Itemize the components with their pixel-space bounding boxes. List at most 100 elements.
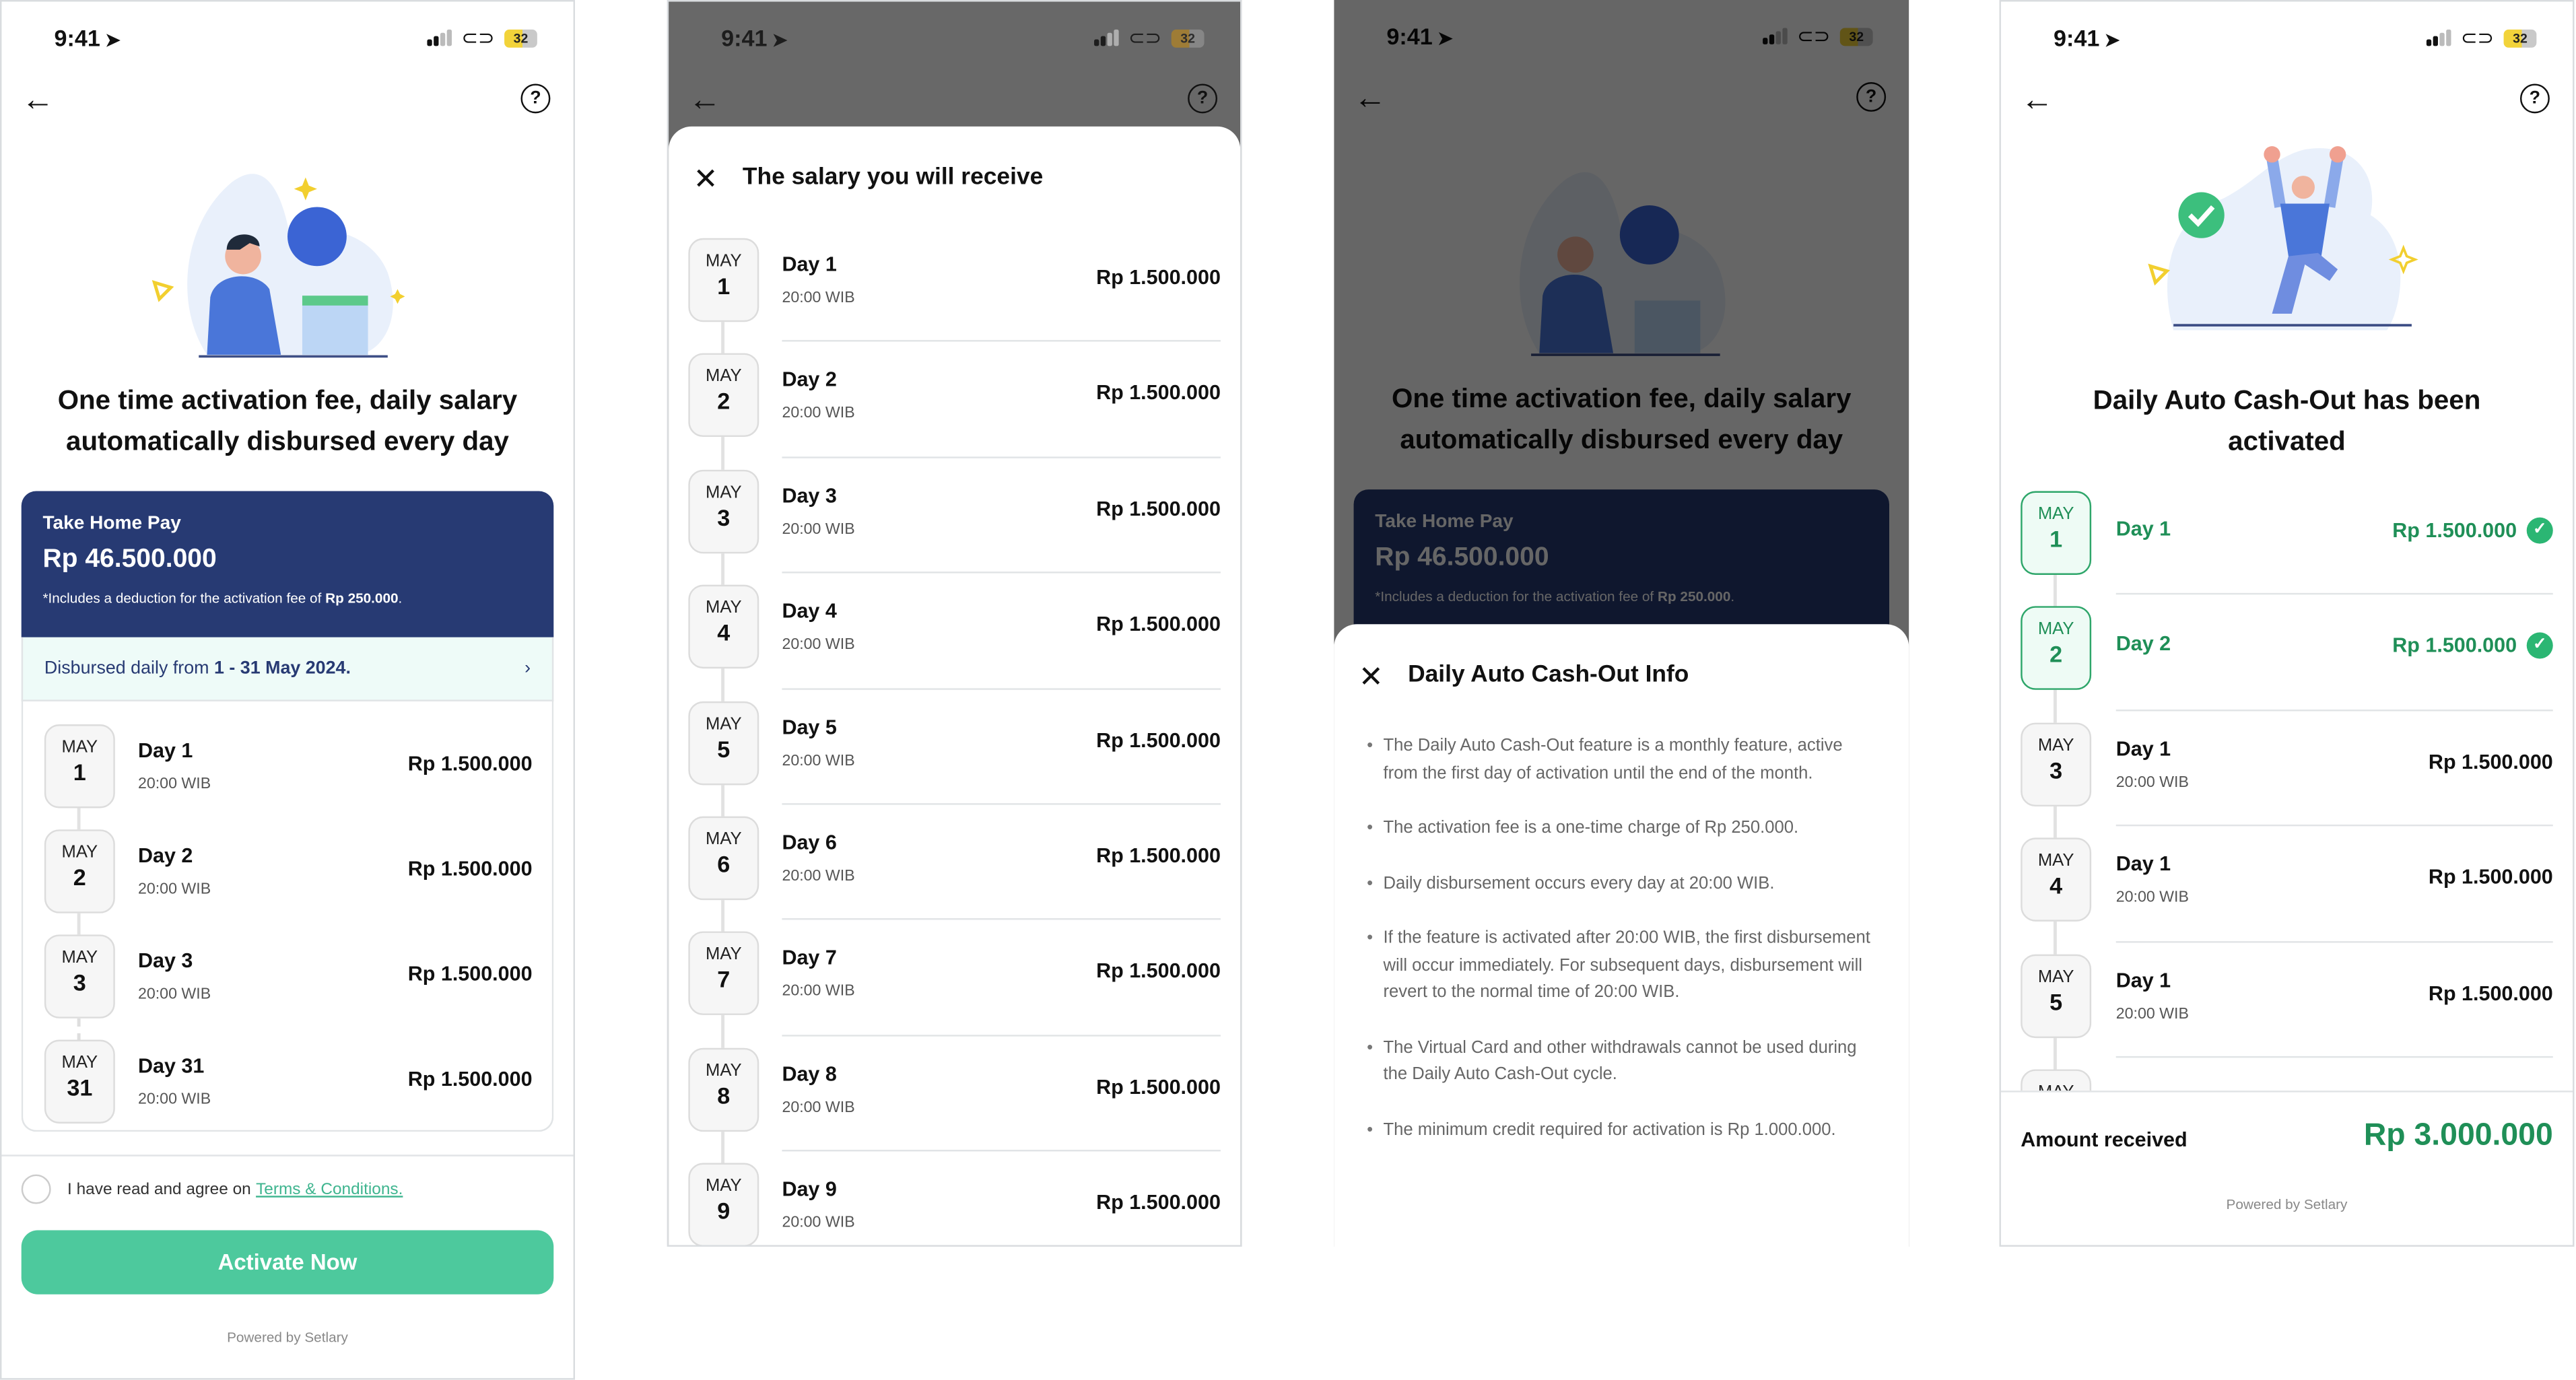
day-title: Day 3 <box>137 949 193 973</box>
sheet-title: The salary you will receive <box>742 164 1044 191</box>
day-amount: Rp 1.500.000 <box>2428 981 2553 1005</box>
date-day: 8 <box>717 1082 731 1109</box>
disbursement-time: 20:00 WIB <box>2115 1004 2189 1023</box>
page-headline: One time activation fee, daily salary au… <box>57 386 518 457</box>
chevron-right-icon: › <box>524 658 531 679</box>
date-badge: MAY 2 <box>2021 607 2092 691</box>
row-divider <box>782 572 1221 574</box>
back-arrow-icon[interactable]: ← <box>22 83 55 116</box>
date-month: MAY <box>2037 967 2074 987</box>
day-title: Day 9 <box>782 1177 837 1202</box>
agree-checkbox[interactable] <box>21 1174 51 1204</box>
terms-link[interactable]: Terms & Conditions. <box>256 1180 403 1198</box>
day-amount: Rp 1.500.000 <box>1096 1075 1221 1099</box>
back-arrow-icon[interactable]: ← <box>2021 83 2054 116</box>
disbursement-time: 20:00 WIB <box>782 520 855 539</box>
date-month: MAY <box>61 842 98 862</box>
take-home-amount: Rp 46.500.000 <box>42 545 217 574</box>
list-item: MAY 2 Day 2 20:00 WIB Rp 1.500.000 <box>23 829 552 934</box>
day-title: Day 1 <box>2115 968 2171 992</box>
salary-bottom-sheet: ✕ The salary you will receive MAY 1 Day 12… <box>669 126 1241 1245</box>
list-item: MAY 5 Day 5 20:00 WIB Rp 1.500.000 <box>669 700 1240 817</box>
day-title: Day 5 <box>782 715 837 739</box>
powered-by: Powered by Setlary <box>227 1328 348 1346</box>
disbursed-range-row[interactable]: Disbursed daily from 1 - 31 May 2024. › <box>21 637 554 701</box>
date-badge: MAY 3 <box>44 934 115 1019</box>
disbursement-time: 20:00 WIB <box>137 880 211 899</box>
day-amount: Rp 1.500.000 <box>407 752 533 775</box>
date-day: 1 <box>717 273 731 300</box>
list-item: MAY 3 Day 3 20:00 WIB Rp 1.500.000 <box>23 934 552 1039</box>
day-title: Day 2 <box>2115 633 2171 656</box>
close-icon[interactable]: ✕ <box>693 164 718 194</box>
list-item: MAY 1 Day 1 20:00 WIB Rp 1.500.000 <box>669 238 1240 354</box>
date-month: MAY <box>61 737 98 757</box>
back-arrow-icon[interactable]: ← <box>688 83 721 116</box>
take-home-pay-card: Take Home Pay Rp 46.500.000 *Includes a … <box>21 491 554 637</box>
disbursement-time: 20:00 WIB <box>137 986 211 1004</box>
date-day: 2 <box>2049 641 2063 668</box>
date-month: MAY <box>705 482 742 503</box>
info-bullet: The minimum credit required for activati… <box>1367 1116 1876 1143</box>
date-badge: MAY 9 <box>688 1163 759 1245</box>
disbursement-time: 20:00 WIB <box>782 289 855 308</box>
day-amount: Rp 1.500.000 <box>1096 613 1221 636</box>
date-day: 7 <box>717 966 731 993</box>
day-amount: Rp 1.500.000 <box>407 962 533 986</box>
day-amount: Rp 1.500.000 <box>2428 750 2553 773</box>
day-amount: Rp 1.500.000 <box>407 857 533 881</box>
day-title: Day 1 <box>782 252 837 276</box>
screen-salary-sheet: 9:41 ➤ ⊂⊃ 32 ← ? ✕ The salary you will re… <box>667 0 1242 1247</box>
date-badge: MAY 1 <box>688 238 759 322</box>
date-month: MAY <box>2037 504 2074 524</box>
date-badge: MAY 5 <box>688 700 759 785</box>
list-item: MAY 1 Day 1 Rp 1.500.000 ✓ <box>2001 491 2573 607</box>
date-day: 6 <box>717 850 731 877</box>
date-day: 5 <box>2049 988 2063 1014</box>
info-bullet: Daily disbursement occurs every day at 2… <box>1367 870 1876 897</box>
status-bar: 9:41➤ ⊂⊃ 32 <box>669 1 1240 73</box>
date-day: 3 <box>717 504 731 530</box>
row-divider <box>782 803 1221 805</box>
row-divider <box>782 1034 1221 1037</box>
date-badge: MAY 3 <box>2021 722 2092 806</box>
date-day: 31 <box>67 1074 93 1101</box>
date-month: MAY <box>705 1176 742 1196</box>
list-item: MAY 2 Day 2 20:00 WIB Rp 1.500.000 <box>669 353 1240 470</box>
day-title: Day 1 <box>137 739 193 763</box>
link-icon: ⊂⊃ <box>2460 26 2494 50</box>
location-arrow-icon: ➤ <box>772 31 788 51</box>
list-item: MAY 6 Day 6 20:00 WIB Rp 1.500.000 <box>669 816 1240 932</box>
date-day: 4 <box>2049 872 2063 899</box>
day-title: Day 2 <box>137 844 193 868</box>
help-icon[interactable]: ? <box>1188 83 1218 114</box>
date-day: 1 <box>73 759 86 786</box>
date-month: MAY <box>705 251 742 271</box>
amount-received-value: Rp 3.000.000 <box>2363 1118 2553 1153</box>
day-title: Day 31 <box>137 1054 205 1078</box>
date-month: MAY <box>705 1060 742 1081</box>
help-icon[interactable]: ? <box>520 83 551 114</box>
screen-activated: 9:41 ➤ ⊂⊃ 32 ← ? Daily Auto Cash-Out has … <box>1999 0 2575 1247</box>
list-item: MAY 9 Day 9 20:00 WIB Rp 1.500.000 <box>669 1163 1240 1245</box>
day-amount: Rp 1.500.000 <box>2392 634 2517 658</box>
disbursement-time: 20:00 WIB <box>782 1214 855 1233</box>
row-divider <box>2115 709 2553 711</box>
day-title: Day 3 <box>782 484 837 508</box>
activate-now-button[interactable]: Activate Now <box>21 1230 554 1295</box>
close-icon[interactable]: ✕ <box>1359 662 1384 691</box>
check-circle-icon: ✓ <box>2526 517 2553 544</box>
disbursement-time: 20:00 WIB <box>782 867 855 886</box>
list-item: MAY 3 Day 1 20:00 WIB Rp 1.500.000 <box>2001 722 2573 838</box>
date-day: 3 <box>2049 757 2063 784</box>
signal-icon <box>1093 29 1119 46</box>
sheet-title: Daily Auto Cash-Out Info <box>1408 662 1689 689</box>
row-divider <box>2115 940 2553 942</box>
info-bullets: The Daily Auto Cash-Out feature is a mon… <box>1367 732 1876 1171</box>
battery-icon: 32 <box>504 28 537 47</box>
date-badge: MAY 2 <box>688 353 759 438</box>
list-item: MAY 8 Day 8 20:00 WIB Rp 1.500.000 <box>669 1047 1240 1163</box>
help-icon[interactable]: ? <box>2519 83 2550 114</box>
screen-activation: 9:41 ➤ ⊂⊃ 32 ← ? One time activation fee,… <box>0 0 575 1380</box>
disbursed-range: 1 - 31 May 2024. <box>214 658 351 679</box>
